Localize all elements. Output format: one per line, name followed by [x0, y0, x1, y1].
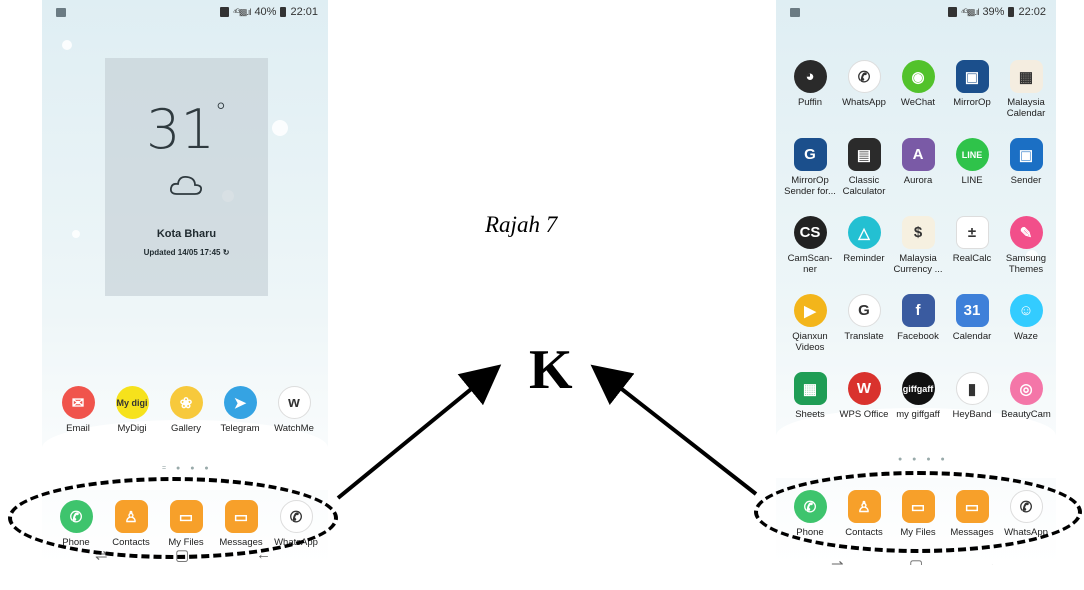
arrows-layer: [336, 364, 758, 500]
right-arrow: [590, 364, 758, 496]
left-arrow: [336, 364, 502, 500]
